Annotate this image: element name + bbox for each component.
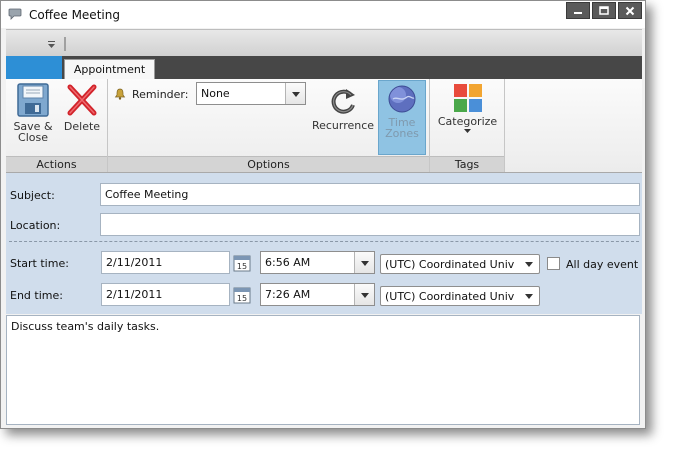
title-bar: Coffee Meeting — [1, 1, 645, 28]
chevron-down-icon — [354, 284, 374, 305]
reminder-value: None — [201, 87, 230, 100]
end-time-value: 7:26 AM — [265, 288, 311, 301]
start-time-dropdown[interactable]: 6:56 AM — [260, 251, 375, 274]
start-timezone-value: (UTC) Coordinated Univ — [385, 258, 515, 271]
minimize-icon — [574, 11, 582, 14]
window-title: Coffee Meeting — [29, 8, 120, 22]
chevron-down-icon — [519, 287, 539, 305]
calendar-day: 15 — [237, 262, 247, 271]
file-tab[interactable] — [6, 56, 62, 79]
globe-icon — [388, 85, 416, 113]
recurrence-icon — [331, 89, 355, 114]
quick-access-toolbar — [6, 29, 642, 57]
subject-input[interactable]: Coffee Meeting — [100, 183, 640, 206]
form-divider — [9, 241, 639, 242]
delete-button[interactable]: Delete — [60, 82, 104, 132]
reminder-label: Reminder: — [132, 88, 189, 101]
maximize-button[interactable] — [592, 2, 616, 19]
close-icon — [625, 6, 635, 15]
ribbon-tab-bar: Appointment — [6, 56, 642, 79]
categorize-label: Categorize — [437, 115, 498, 128]
tags-group: Categorize Tags — [430, 79, 505, 172]
subject-label: Subject: — [10, 189, 55, 202]
end-date-input[interactable]: 2/11/2011 — [101, 283, 230, 306]
time-zones-label-2: Zones — [385, 127, 419, 140]
start-time-value: 6:56 AM — [265, 256, 311, 269]
close-button[interactable] — [618, 2, 642, 19]
end-date-picker[interactable]: 15 — [233, 286, 251, 304]
chevron-down-icon — [354, 252, 374, 273]
calendar-icon: 15 — [233, 287, 251, 304]
end-timezone-value: (UTC) Coordinated Univ — [385, 290, 515, 303]
save-close-label-2: Close — [18, 131, 48, 144]
window-controls — [566, 2, 642, 19]
options-group: Reminder: None Recurrence Time Zones Opt… — [108, 79, 430, 172]
ribbon: Save & Close Delete Actions Reminder: No… — [6, 79, 642, 173]
start-time-label: Start time: — [10, 257, 69, 270]
end-time-label: End time: — [10, 289, 63, 302]
reminder-dropdown[interactable]: None — [196, 82, 306, 105]
end-timezone-dropdown[interactable]: (UTC) Coordinated Univ — [380, 286, 540, 306]
appointment-form: Subject: Coffee Meeting Location: Start … — [6, 173, 642, 314]
bell-icon — [114, 88, 126, 100]
chat-bubble-icon — [8, 8, 22, 20]
time-zones-button[interactable]: Time Zones — [378, 80, 426, 155]
calendar-icon: 15 — [233, 255, 251, 272]
delete-label: Delete — [63, 120, 101, 133]
actions-group-label: Actions — [6, 156, 107, 172]
minimize-button[interactable] — [566, 2, 590, 19]
all-day-checkbox[interactable] — [547, 257, 560, 270]
actions-group: Save & Close Delete Actions — [6, 79, 108, 172]
chevron-down-icon — [464, 129, 471, 133]
chevron-down-icon — [519, 255, 539, 273]
categorize-icon — [453, 84, 482, 112]
location-input[interactable] — [100, 213, 640, 236]
options-group-label: Options — [108, 156, 429, 172]
end-time-dropdown[interactable]: 7:26 AM — [260, 283, 375, 306]
delete-icon — [67, 84, 97, 116]
appointment-window: Coffee Meeting Appointment Save & Close … — [0, 0, 646, 429]
save-close-button[interactable]: Save & Close — [10, 82, 56, 144]
save-icon — [17, 83, 49, 117]
start-date-picker[interactable]: 15 — [233, 254, 251, 272]
all-day-label: All day event — [566, 258, 639, 271]
recurrence-label: Recurrence — [311, 119, 375, 132]
start-timezone-dropdown[interactable]: (UTC) Coordinated Univ — [380, 254, 540, 274]
categorize-button[interactable]: Categorize — [434, 83, 501, 141]
tags-group-label: Tags — [430, 156, 504, 172]
maximize-icon — [599, 5, 609, 15]
recurrence-button[interactable]: Recurrence — [308, 87, 378, 137]
location-label: Location: — [10, 219, 61, 232]
toolbar-separator — [64, 37, 66, 51]
chevron-down-icon — [285, 83, 305, 104]
start-date-input[interactable]: 2/11/2011 — [101, 251, 230, 274]
notes-textarea[interactable]: Discuss team's daily tasks. — [6, 315, 640, 425]
calendar-day: 15 — [237, 294, 247, 303]
chevron-down-icon[interactable] — [47, 40, 56, 49]
tab-appointment[interactable]: Appointment — [64, 59, 155, 79]
